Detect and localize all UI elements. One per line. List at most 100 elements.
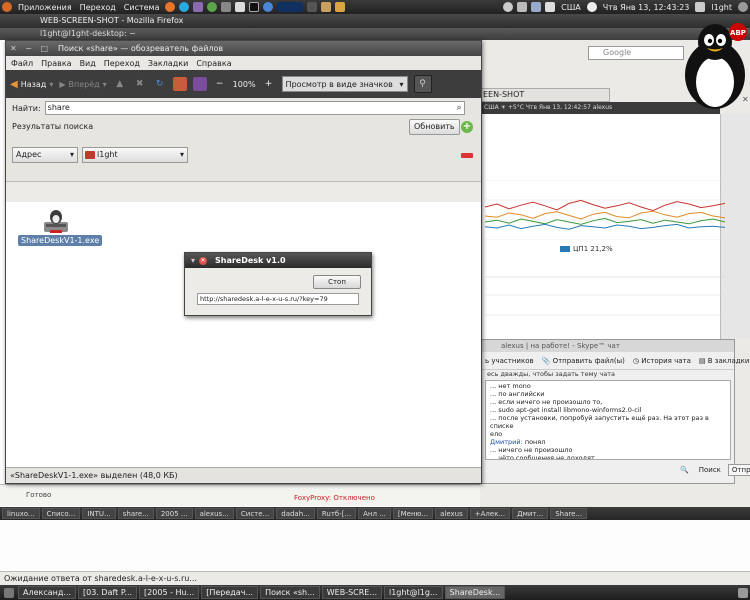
file-browser-title: Поиск «share» — обозреватель файлов [58, 44, 224, 53]
remote-taskbar-item[interactable]: Share... [550, 508, 588, 519]
up-icon[interactable]: ▲ [113, 77, 127, 91]
menu-edit[interactable]: Правка [41, 59, 71, 68]
taskbar-item[interactable]: [2005 - Hu... [139, 586, 200, 599]
firefox-tab[interactable]: EEN-SHOT [480, 88, 610, 102]
close-icon[interactable]: ✕ [199, 256, 208, 265]
user-name[interactable]: l1ght [707, 3, 736, 12]
firefox-search-input[interactable]: Google [588, 46, 684, 60]
magnifier-icon[interactable]: ⌕ [457, 102, 462, 114]
file-item-label[interactable]: ShareDeskV1-1.exe [18, 235, 103, 246]
remote-taskbar-item[interactable]: Ruтб-[... [316, 508, 357, 519]
chrome-launcher-icon[interactable] [263, 2, 274, 12]
forward-button[interactable]: ▶ Вперёд ▾ [59, 80, 106, 89]
remote-taskbar-item[interactable]: alexus... [194, 508, 234, 519]
menu-system[interactable]: Система [120, 3, 164, 12]
remote-taskbar-item[interactable]: 2005 ... [155, 508, 193, 519]
volume-icon[interactable] [517, 2, 528, 12]
dialog-controls[interactable]: ▾ ✕ [185, 253, 215, 268]
location-select[interactable]: l1ght [82, 147, 188, 163]
remote-taskbar-item[interactable]: Списо... [41, 508, 81, 519]
editor-launcher-icon[interactable] [321, 2, 332, 12]
keyboard-layout[interactable]: США [557, 3, 585, 12]
menu-go[interactable]: Переход [104, 59, 140, 68]
home-icon[interactable] [172, 77, 187, 91]
eye-icon[interactable] [503, 2, 514, 12]
menu-file[interactable]: Файл [11, 59, 33, 68]
session-url-field[interactable]: http://sharedesk.a-l-e-x-u-s.ru/?key=79 [197, 293, 359, 305]
skype-search-button[interactable]: Поиск [696, 465, 724, 475]
window-controls[interactable]: ✕ − □ [6, 41, 54, 56]
taskbar-item[interactable]: [Передач... [201, 586, 259, 599]
remote-taskbar-item[interactable]: dadah... [276, 508, 315, 519]
user-status-icon[interactable] [695, 2, 706, 12]
show-desktop-icon[interactable] [4, 587, 14, 598]
taskbar-item[interactable]: Александ... [18, 586, 77, 599]
search-icon[interactable]: 🔍 [677, 465, 692, 475]
chart-grid [485, 276, 725, 316]
chat-history-button[interactable]: ◷ История чата [633, 357, 691, 365]
view-mode-select[interactable]: Просмотр в виде значков [281, 76, 408, 92]
search-icon[interactable]: ⚲ [413, 75, 432, 93]
mail-icon[interactable] [545, 2, 556, 12]
stop-button[interactable]: Стоп [313, 275, 361, 289]
chat-author: Дмитрий: [490, 438, 523, 446]
remote-taskbar-item[interactable]: Дмит... [512, 508, 549, 519]
results-heading: Результаты поиска [12, 122, 94, 131]
menubar: Файл Правка Вид Переход Закладки Справка [6, 56, 481, 70]
pidgin-launcher-icon[interactable] [193, 2, 204, 12]
bookmark-button[interactable]: ▤ В закладки [699, 357, 750, 365]
zoom-in-icon[interactable]: + [262, 77, 276, 91]
remote-taskbar-item[interactable]: share... [117, 508, 154, 519]
menu-view[interactable]: Вид [80, 59, 96, 68]
stop-icon[interactable]: ✖ [133, 77, 147, 91]
monitor-launcher-icon[interactable] [235, 2, 246, 12]
ubuntu-logo-icon[interactable] [2, 2, 12, 12]
network-launcher-icon[interactable] [221, 2, 232, 12]
taskbar-item[interactable]: WEB-SCRE... [321, 586, 382, 599]
criteria-type-select[interactable]: Адрес [12, 147, 78, 163]
skype-chat-window: alexus | на работе! - Skype™ чат ь участ… [480, 339, 750, 484]
remote-taskbar-item[interactable]: alexus [435, 508, 468, 519]
send-file-button[interactable]: 📎 Отправить файл(ы) [542, 357, 625, 365]
taskbar-item[interactable]: Поиск «sh... [260, 586, 320, 599]
update-launcher-icon[interactable] [207, 2, 218, 12]
remote-taskbar-item[interactable]: Анл ... [358, 508, 391, 519]
top-panel: Приложения Переход Система США Чтв Янв 1… [0, 0, 750, 14]
menu-applications[interactable]: Приложения [14, 3, 76, 12]
participants-button[interactable]: ь участников [485, 357, 534, 365]
menu-bookmarks[interactable]: Закладки [148, 59, 188, 68]
refresh-button[interactable]: Обновить [409, 119, 460, 135]
clock[interactable]: Чтв Янв 13, 12:43:23 [599, 3, 694, 12]
remote-taskbar-item[interactable]: [Меню... [392, 508, 434, 519]
power-icon[interactable] [738, 2, 748, 12]
menu-help[interactable]: Справка [196, 59, 231, 68]
network-status-icon[interactable] [531, 2, 542, 12]
back-button[interactable]: ◀ Назад ▾ [10, 79, 53, 90]
remote-taskbar-item[interactable]: +Алек... [469, 508, 511, 519]
taskbar-item[interactable]: [03. Daft P... [78, 586, 138, 599]
firefox-launcher-icon[interactable] [165, 2, 176, 12]
foxyproxy-status[interactable]: FoxyProxy: Отключено [294, 494, 375, 502]
svg-text:ABP: ABP [730, 29, 746, 37]
remote-taskbar-item[interactable]: Систе... [235, 508, 275, 519]
exe-file-icon[interactable] [40, 208, 72, 234]
menu-places[interactable]: Переход [76, 3, 120, 12]
remove-criteria-icon[interactable] [461, 153, 473, 158]
skype-send-button[interactable]: Отправить [727, 464, 750, 476]
taskbar-item[interactable]: ShareDesk... [444, 586, 506, 599]
reload-icon[interactable]: ↻ [153, 77, 167, 91]
chat-message: Дмитрий: понял [490, 438, 726, 446]
skype-launcher-icon[interactable] [179, 2, 190, 12]
find-input[interactable]: share ⌕ [44, 101, 465, 115]
terminal-launcher-icon[interactable] [249, 2, 260, 12]
run-launcher-icon[interactable] [307, 2, 318, 12]
sharedesk-titlebar: ▾ ✕ ShareDesk v1.0 [185, 253, 371, 268]
zoom-out-icon[interactable]: − [213, 77, 227, 91]
trash-icon[interactable] [738, 587, 748, 598]
remote-taskbar-item[interactable]: linuxo... [2, 508, 40, 519]
taskbar-item[interactable]: l1ght@l1g... [383, 586, 443, 599]
add-criteria-icon[interactable]: + [461, 121, 473, 133]
computer-icon[interactable] [192, 77, 207, 91]
remote-taskbar-item[interactable]: INTU... [82, 508, 116, 519]
folder-launcher-icon[interactable] [335, 2, 346, 12]
